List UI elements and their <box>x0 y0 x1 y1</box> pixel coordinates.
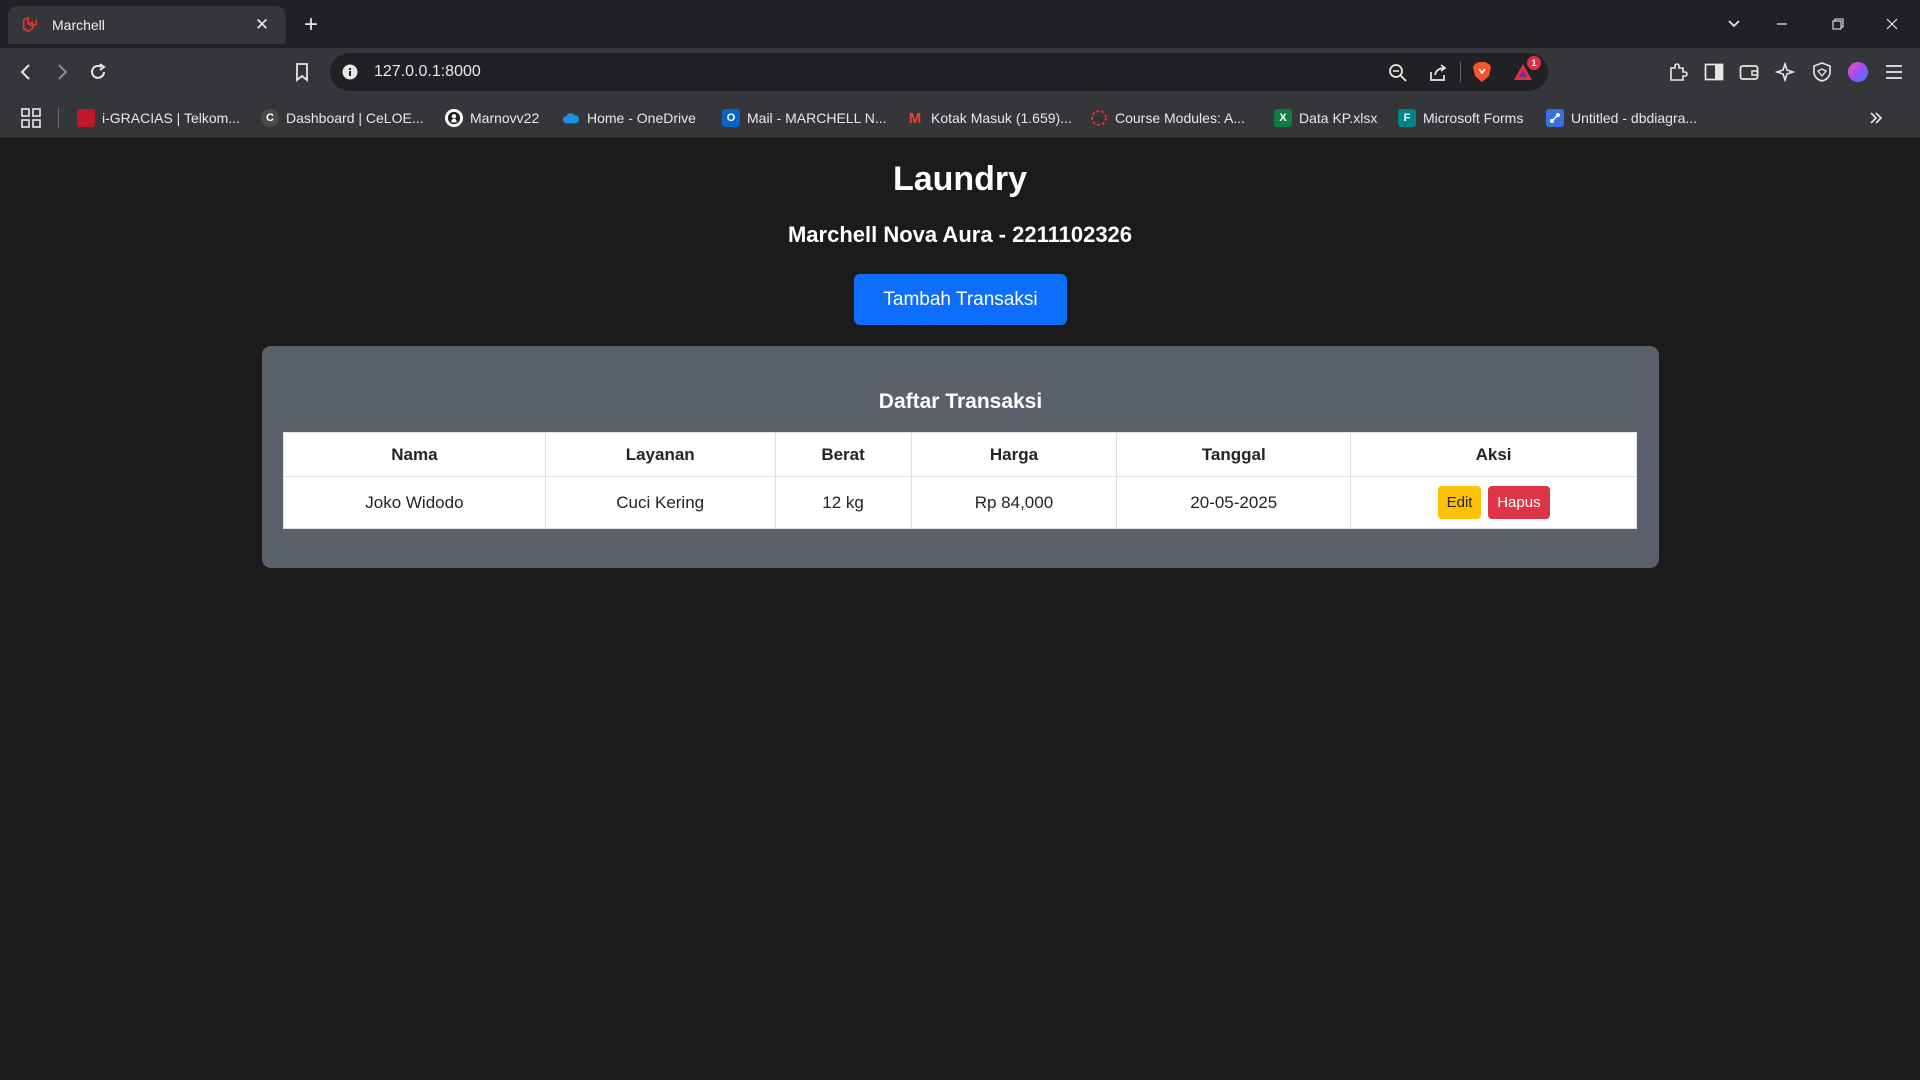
bookmark-item[interactable]: Marnovv22 <box>445 107 539 129</box>
back-button[interactable] <box>10 56 42 88</box>
delete-button[interactable]: Hapus <box>1488 486 1550 519</box>
minimize-button[interactable] <box>1762 6 1802 42</box>
igracias-favicon-icon <box>77 109 95 127</box>
apps-grid-icon[interactable] <box>20 107 42 129</box>
cell-aksi: Edit Hapus <box>1350 476 1637 529</box>
column-header-layanan: Layanan <box>544 432 776 477</box>
bookmark-label: Course Modules: A... <box>1115 110 1245 126</box>
bookmark-label: Marnovv22 <box>470 110 540 126</box>
column-header-aksi: Aksi <box>1350 432 1637 477</box>
column-header-nama: Nama <box>283 432 546 477</box>
tab-strip: Marchell ✕ + <box>0 0 1920 48</box>
onedrive-cloud-icon <box>562 109 580 127</box>
laravel-favicon-icon <box>20 15 40 35</box>
bookmark-item[interactable]: i-GRACIAS | Telkom... <box>77 107 240 129</box>
omnibox-divider <box>1460 62 1461 82</box>
leo-ai-icon[interactable] <box>1769 56 1801 88</box>
bookmark-label: Data KP.xlsx <box>1299 110 1378 126</box>
transaction-table: Nama Layanan Berat Harga Tanggal Aksi Jo… <box>283 432 1637 529</box>
bookmark-item[interactable]: Home - OneDrive <box>562 107 696 129</box>
bookmark-label: Dashboard | CeLOE... <box>286 110 424 126</box>
table-header-row: Nama Layanan Berat Harga Tanggal Aksi <box>283 432 1637 477</box>
cell-tanggal: 20-05-2025 <box>1116 476 1352 529</box>
forms-favicon-icon: F <box>1398 109 1416 127</box>
forward-button[interactable] <box>46 56 78 88</box>
bookmark-item[interactable]: Course Modules: A... <box>1090 107 1245 129</box>
address-bar[interactable]: 127.0.0.1:8000 1 <box>330 53 1548 91</box>
add-transaction-button[interactable]: Tambah Transaksi <box>854 274 1067 325</box>
edit-button[interactable]: Edit <box>1437 486 1482 519</box>
table-row: Joko Widodo Cuci Kering 12 kg Rp 84,000 … <box>283 476 1637 529</box>
bookmark-item[interactable]: O Mail - MARCHELL N... <box>722 107 887 129</box>
bookmark-item[interactable]: X Data KP.xlsx <box>1274 107 1377 129</box>
more-bookmarks-icon[interactable] <box>1868 107 1884 129</box>
notification-badge: 1 <box>1527 56 1541 70</box>
site-info-icon[interactable] <box>342 64 358 85</box>
bookmarks-bar: i-GRACIAS | Telkom... C Dashboard | CeLO… <box>0 96 1920 138</box>
transaction-card: Daftar Transaksi Nama Layanan Berat Harg… <box>262 346 1659 568</box>
cell-berat: 12 kg <box>774 476 912 529</box>
reload-button[interactable] <box>82 56 114 88</box>
profile-avatar-icon[interactable] <box>1842 56 1874 88</box>
bookmark-label: Mail - MARCHELL N... <box>747 110 887 126</box>
zoom-icon[interactable] <box>1388 63 1408 88</box>
cell-nama: Joko Widodo <box>283 476 546 529</box>
page-title: Laundry <box>892 160 1028 198</box>
vpn-shield-icon[interactable] <box>1806 56 1838 88</box>
bookmarks-divider <box>58 108 59 128</box>
tab-search-chevron-icon[interactable] <box>1714 6 1754 42</box>
bookmark-item[interactable]: F Microsoft Forms <box>1398 107 1523 129</box>
card-title: Daftar Transaksi <box>878 390 1043 413</box>
tab-title: Marchell <box>52 17 105 33</box>
browser-toolbar: 127.0.0.1:8000 1 <box>0 48 1920 96</box>
dbdiagram-favicon-icon <box>1546 109 1564 127</box>
bookmark-icon[interactable] <box>286 56 318 88</box>
url-text: 127.0.0.1:8000 <box>374 63 481 80</box>
cell-harga: Rp 84,000 <box>910 476 1118 529</box>
share-icon[interactable] <box>1428 63 1448 88</box>
bookmark-item[interactable]: M Kotak Masuk (1.659)... <box>906 107 1072 129</box>
bookmark-label: Microsoft Forms <box>1423 110 1524 126</box>
outlook-favicon-icon: O <box>722 109 740 127</box>
page-subtitle: Marchell Nova Aura - 2211102326 <box>787 222 1133 247</box>
bookmark-label: Untitled - dbdiagra... <box>1571 110 1698 126</box>
bookmark-item[interactable]: C Dashboard | CeLOE... <box>261 107 423 129</box>
brave-shields-icon[interactable] <box>1472 61 1492 88</box>
new-tab-button[interactable]: + <box>296 10 326 40</box>
menu-icon[interactable] <box>1878 56 1910 88</box>
column-header-berat: Berat <box>774 432 912 477</box>
bookmark-item[interactable]: Untitled - dbdiagra... <box>1546 107 1697 129</box>
github-favicon-icon <box>445 109 463 127</box>
wallet-icon[interactable] <box>1733 56 1765 88</box>
tab-close-icon[interactable]: ✕ <box>250 13 274 37</box>
sidebar-icon[interactable] <box>1698 56 1730 88</box>
page-content: Laundry Marchell Nova Aura - 2211102326 … <box>0 138 1920 1080</box>
bookmark-label: Kotak Masuk (1.659)... <box>931 110 1072 126</box>
moodle-favicon-icon <box>1090 109 1108 127</box>
bookmark-label: Home - OneDrive <box>587 110 696 126</box>
extensions-icon[interactable] <box>1662 56 1694 88</box>
excel-favicon-icon: X <box>1274 109 1292 127</box>
column-header-tanggal: Tanggal <box>1116 432 1352 477</box>
restore-button[interactable] <box>1818 6 1858 42</box>
tab-marchell[interactable]: Marchell ✕ <box>8 6 286 44</box>
gmail-favicon-icon: M <box>908 109 922 127</box>
column-header-harga: Harga <box>910 432 1118 477</box>
celoe-favicon-icon: C <box>261 109 279 127</box>
close-window-button[interactable] <box>1872 6 1912 42</box>
cell-layanan: Cuci Kering <box>544 476 776 529</box>
bookmark-label: i-GRACIAS | Telkom... <box>102 110 240 126</box>
